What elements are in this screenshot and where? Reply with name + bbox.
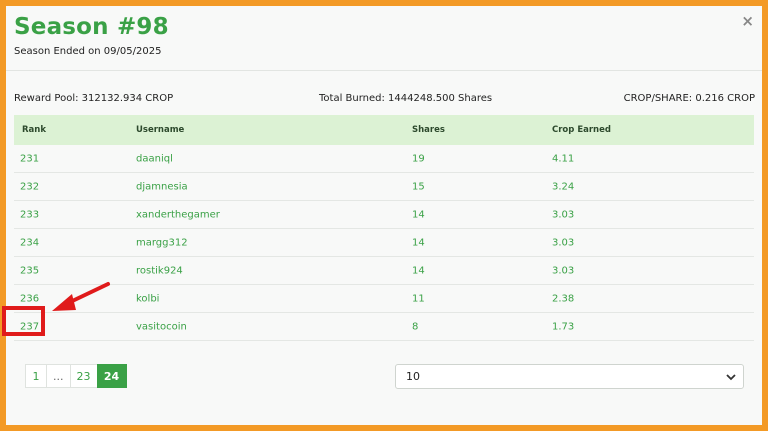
chevron-down-icon — [726, 374, 736, 381]
page-ellipsis: ... — [46, 364, 71, 388]
page-size-value: 10 — [406, 370, 420, 383]
page-title: Season #98 — [14, 14, 169, 40]
username-cell[interactable]: xanderthegamer — [136, 209, 220, 220]
season-ended-text: Season Ended on 09/05/2025 — [14, 46, 162, 57]
season-modal: Season #98 Season Ended on 09/05/2025 × … — [6, 6, 762, 425]
total-burned-text: Total Burned: 1444248.500 Shares — [319, 93, 493, 104]
username-cell[interactable]: daaniql — [136, 153, 173, 164]
leaderboard-table: Rank Username Shares Crop Earned 231 daa… — [14, 115, 754, 341]
page-button-1[interactable]: 1 — [25, 364, 47, 388]
crop-earned-cell: 4.11 — [552, 153, 575, 164]
shares-cell: 14 — [412, 265, 425, 276]
header-divider — [6, 70, 762, 71]
reward-pool-text: Reward Pool: 312132.934 CROP — [14, 93, 174, 104]
crop-earned-cell: 3.24 — [552, 181, 575, 192]
red-arrow-icon — [52, 282, 110, 311]
crop-earned-cell: 3.03 — [552, 209, 575, 220]
username-cell[interactable]: vasitocoin — [136, 321, 187, 332]
shares-cell: 14 — [412, 209, 425, 220]
table-row: 234 margg312 14 3.03 — [14, 229, 754, 257]
table-row: 237 vasitocoin 8 1.73 — [14, 313, 754, 341]
table-row: 235 rostik924 14 3.03 — [14, 257, 754, 285]
page-button-23[interactable]: 23 — [69, 364, 98, 388]
column-header-shares[interactable]: Shares — [412, 125, 445, 135]
username-cell[interactable]: margg312 — [136, 237, 188, 248]
rank-cell: 233 — [20, 209, 40, 220]
column-header-rank[interactable]: Rank — [22, 125, 46, 135]
page-button-24[interactable]: 24 — [96, 364, 127, 388]
rank-cell: 232 — [20, 181, 40, 192]
table-row: 233 xanderthegamer 14 3.03 — [14, 201, 754, 229]
crop-earned-cell: 2.38 — [552, 293, 575, 304]
shares-cell: 15 — [412, 181, 425, 192]
username-cell[interactable]: rostik924 — [136, 265, 183, 276]
rank-cell: 231 — [20, 153, 40, 164]
pagination: 1 ... 23 24 — [25, 364, 127, 388]
crop-earned-cell: 3.03 — [552, 237, 575, 248]
table-row: 232 djamnesia 15 3.24 — [14, 173, 754, 201]
crop-earned-cell: 1.73 — [552, 321, 575, 332]
username-cell[interactable]: djamnesia — [136, 181, 188, 192]
shares-cell: 8 — [412, 321, 419, 332]
shares-cell: 14 — [412, 237, 425, 248]
shares-cell: 19 — [412, 153, 425, 164]
crop-per-share-text: CROP/SHARE: 0.216 CROP — [623, 93, 755, 104]
close-icon[interactable]: × — [741, 14, 754, 29]
rank-cell: 236 — [20, 293, 40, 304]
column-header-crop-earned[interactable]: Crop Earned — [552, 125, 611, 135]
page-size-select[interactable]: 10 — [395, 364, 744, 389]
table-row: 236 kolbi 11 2.38 — [14, 285, 754, 313]
table-row: 231 daaniql 19 4.11 — [14, 145, 754, 173]
crop-earned-cell: 3.03 — [552, 265, 575, 276]
shares-cell: 11 — [412, 293, 425, 304]
column-header-username[interactable]: Username — [136, 125, 184, 135]
username-cell[interactable]: kolbi — [136, 293, 159, 304]
rank-cell: 235 — [20, 265, 40, 276]
table-header: Rank Username Shares Crop Earned — [14, 115, 754, 145]
rank-cell: 234 — [20, 237, 40, 248]
highlight-box — [2, 306, 45, 336]
